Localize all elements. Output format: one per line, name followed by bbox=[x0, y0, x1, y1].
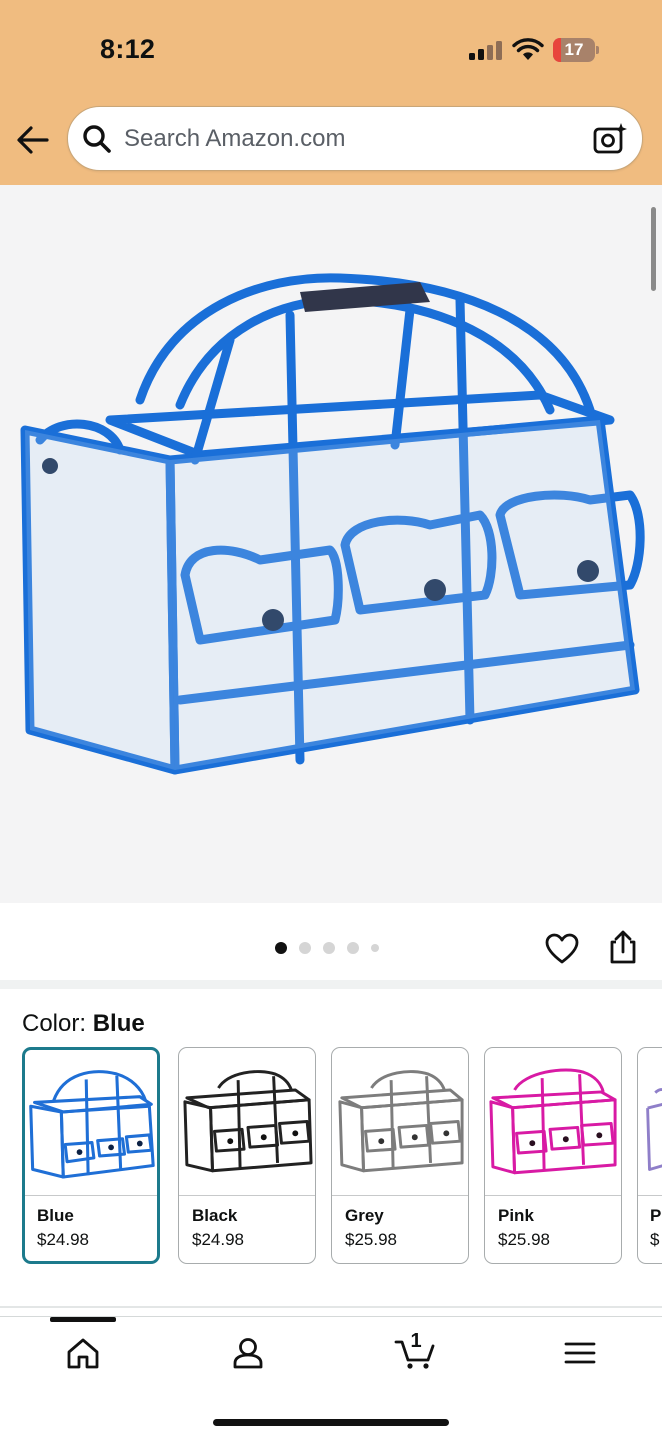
swatch-price: $24.98 bbox=[192, 1230, 244, 1249]
search-icon bbox=[83, 125, 111, 153]
cellular-signal-icon bbox=[469, 41, 502, 60]
carousel-dot[interactable] bbox=[275, 942, 287, 954]
camera-sparkle-icon[interactable] bbox=[592, 121, 628, 157]
image-carousel-dots[interactable] bbox=[275, 941, 391, 955]
color-swatch-partial[interactable]: P $ bbox=[637, 1047, 662, 1264]
swatch-name: P bbox=[650, 1206, 662, 1225]
swatch-image-partial bbox=[638, 1088, 662, 1196]
swatch-image-pink bbox=[485, 1068, 621, 1196]
battery-percent: 17 bbox=[564, 40, 584, 59]
carousel-dot[interactable] bbox=[347, 942, 359, 954]
section-divider bbox=[0, 1306, 662, 1308]
carousel-dot[interactable] bbox=[299, 942, 311, 954]
swatch-image-blue bbox=[25, 1070, 157, 1196]
battery-icon: 17 bbox=[553, 38, 599, 62]
color-swatch-pink[interactable]: Pink $25.98 bbox=[484, 1047, 622, 1264]
active-tab-indicator bbox=[50, 1317, 116, 1322]
search-bar[interactable] bbox=[67, 106, 643, 171]
swatch-price: $25.98 bbox=[345, 1230, 397, 1249]
left-arrow-icon[interactable] bbox=[16, 124, 50, 156]
carousel-dot[interactable] bbox=[371, 944, 379, 952]
swatch-image-grey bbox=[332, 1070, 468, 1196]
swatch-price: $24.98 bbox=[37, 1230, 89, 1249]
account-icon[interactable] bbox=[230, 1336, 266, 1370]
swatch-name: Blue bbox=[37, 1206, 74, 1225]
heart-icon[interactable] bbox=[545, 933, 579, 965]
swatch-price: $ bbox=[650, 1230, 660, 1249]
carousel-dot[interactable] bbox=[323, 942, 335, 954]
swatch-name: Pink bbox=[498, 1206, 534, 1225]
swatch-name: Black bbox=[192, 1206, 238, 1225]
swatch-price: $25.98 bbox=[498, 1230, 550, 1249]
status-time: 8:12 bbox=[100, 34, 156, 64]
section-divider bbox=[0, 980, 662, 989]
home-icon[interactable] bbox=[65, 1336, 101, 1370]
menu-icon[interactable] bbox=[562, 1336, 598, 1370]
home-indicator[interactable] bbox=[213, 1419, 449, 1426]
color-swatch-grey[interactable]: Grey $25.98 bbox=[331, 1047, 469, 1264]
wifi-icon bbox=[512, 38, 544, 60]
share-icon[interactable] bbox=[607, 929, 639, 965]
color-label: Color: Blue bbox=[22, 1010, 145, 1038]
swatch-image-black bbox=[179, 1070, 315, 1196]
scrollbar[interactable] bbox=[651, 207, 656, 291]
selected-color-name: Blue bbox=[92, 1010, 145, 1037]
product-image[interactable] bbox=[0, 185, 662, 903]
search-input[interactable] bbox=[124, 121, 564, 157]
swatch-name: Grey bbox=[345, 1206, 384, 1225]
color-swatch-black[interactable]: Black $24.98 bbox=[178, 1047, 316, 1264]
color-label-text: Color: bbox=[22, 1010, 87, 1037]
cart-count: 1 bbox=[410, 1330, 422, 1352]
color-swatch-blue[interactable]: Blue $24.98 bbox=[22, 1047, 160, 1264]
